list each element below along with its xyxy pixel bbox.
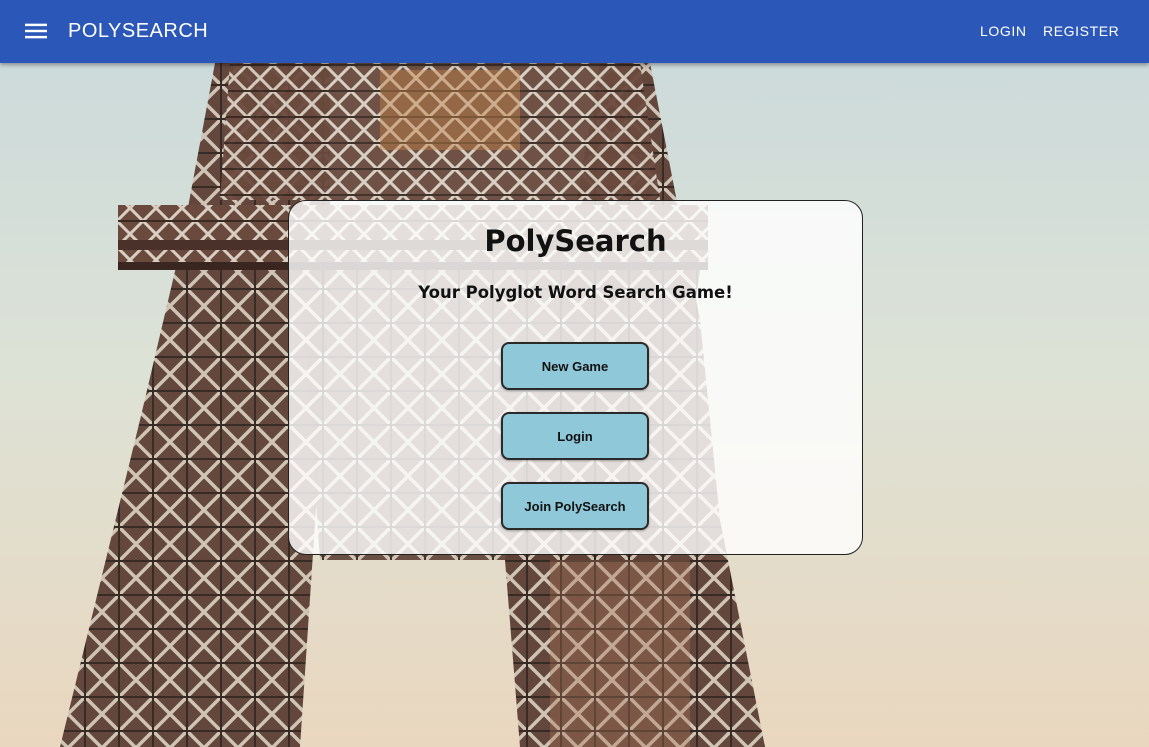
- nav-login-button[interactable]: LOGIN: [980, 21, 1027, 41]
- login-button[interactable]: Login: [501, 412, 649, 460]
- card-subtitle: Your Polyglot Word Search Game!: [418, 283, 733, 302]
- new-game-button[interactable]: New Game: [501, 342, 649, 390]
- brand-title[interactable]: POLYSEARCH: [68, 19, 208, 43]
- page: POLYSEARCH LOGIN REGISTER PolySearch You…: [0, 0, 1149, 747]
- card-title: PolySearch: [484, 224, 667, 258]
- nav-register-button[interactable]: REGISTER: [1043, 21, 1119, 41]
- app-bar: POLYSEARCH LOGIN REGISTER: [0, 0, 1149, 63]
- join-button[interactable]: Join PolySearch: [501, 482, 649, 530]
- menu-button[interactable]: [14, 9, 58, 53]
- menu-icon: [25, 23, 47, 39]
- welcome-card: PolySearch Your Polyglot Word Search Gam…: [288, 200, 863, 555]
